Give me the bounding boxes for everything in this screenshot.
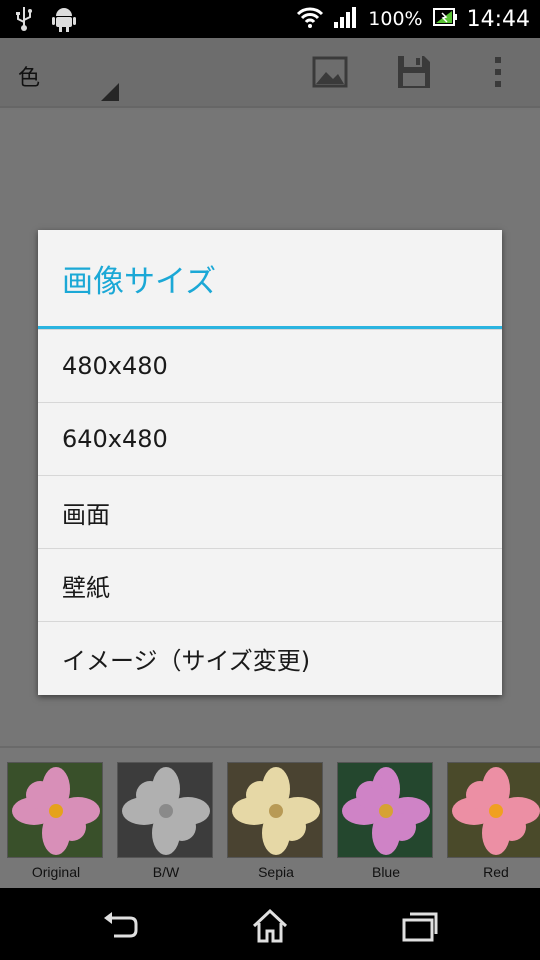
navigation-bar	[0, 888, 540, 960]
recent-apps-icon[interactable]	[400, 906, 440, 946]
filter-thumbnail	[447, 762, 540, 858]
filter-strip: Original B/W Sepia Blue Red	[0, 746, 540, 888]
back-icon[interactable]	[100, 906, 140, 946]
status-bar: 100% 14:44	[0, 0, 540, 38]
filter-label: B/W	[152, 864, 180, 880]
spinner-indicator-icon	[101, 83, 119, 101]
action-bar: 色	[0, 38, 540, 108]
dialog-title: 画像サイズ	[62, 263, 217, 300]
filter-red[interactable]: Red	[447, 762, 540, 880]
signal-icon	[334, 6, 358, 32]
filter-label: Original	[31, 864, 81, 880]
filter-sepia[interactable]: Sepia	[227, 762, 325, 880]
image-size-dialog: 画像サイズ 480x480 640x480 画面 壁紙 イメージ（サイズ変更)	[38, 230, 502, 695]
save-icon[interactable]	[396, 54, 432, 90]
android-debug-icon	[52, 6, 76, 36]
wifi-icon	[296, 6, 324, 32]
color-spinner[interactable]: 色	[18, 60, 40, 92]
battery-percent: 100%	[368, 8, 423, 30]
filter-thumbnail	[337, 762, 433, 858]
dialog-option-image-resize[interactable]: イメージ（サイズ変更)	[38, 621, 502, 694]
clock: 14:44	[466, 6, 530, 32]
battery-charging-icon	[432, 8, 457, 30]
filter-thumbnail	[117, 762, 213, 858]
filter-thumbnail	[227, 762, 323, 858]
usb-icon	[14, 6, 34, 36]
filter-blue[interactable]: Blue	[337, 762, 435, 880]
filter-label: Blue	[371, 864, 401, 880]
dialog-option-640x480[interactable]: 640x480	[38, 402, 502, 475]
filter-label: Red	[483, 864, 509, 880]
filter-bw[interactable]: B/W	[117, 762, 215, 880]
overflow-menu-icon[interactable]	[480, 54, 516, 90]
filter-original[interactable]: Original	[7, 762, 105, 880]
filter-label: Sepia	[258, 864, 294, 880]
dialog-option-screen[interactable]: 画面	[38, 475, 502, 548]
dialog-option-wallpaper[interactable]: 壁紙	[38, 548, 502, 621]
image-icon[interactable]	[312, 54, 348, 90]
filter-thumbnail	[7, 762, 103, 858]
dialog-option-480x480[interactable]: 480x480	[38, 329, 502, 402]
home-icon[interactable]	[250, 906, 290, 946]
